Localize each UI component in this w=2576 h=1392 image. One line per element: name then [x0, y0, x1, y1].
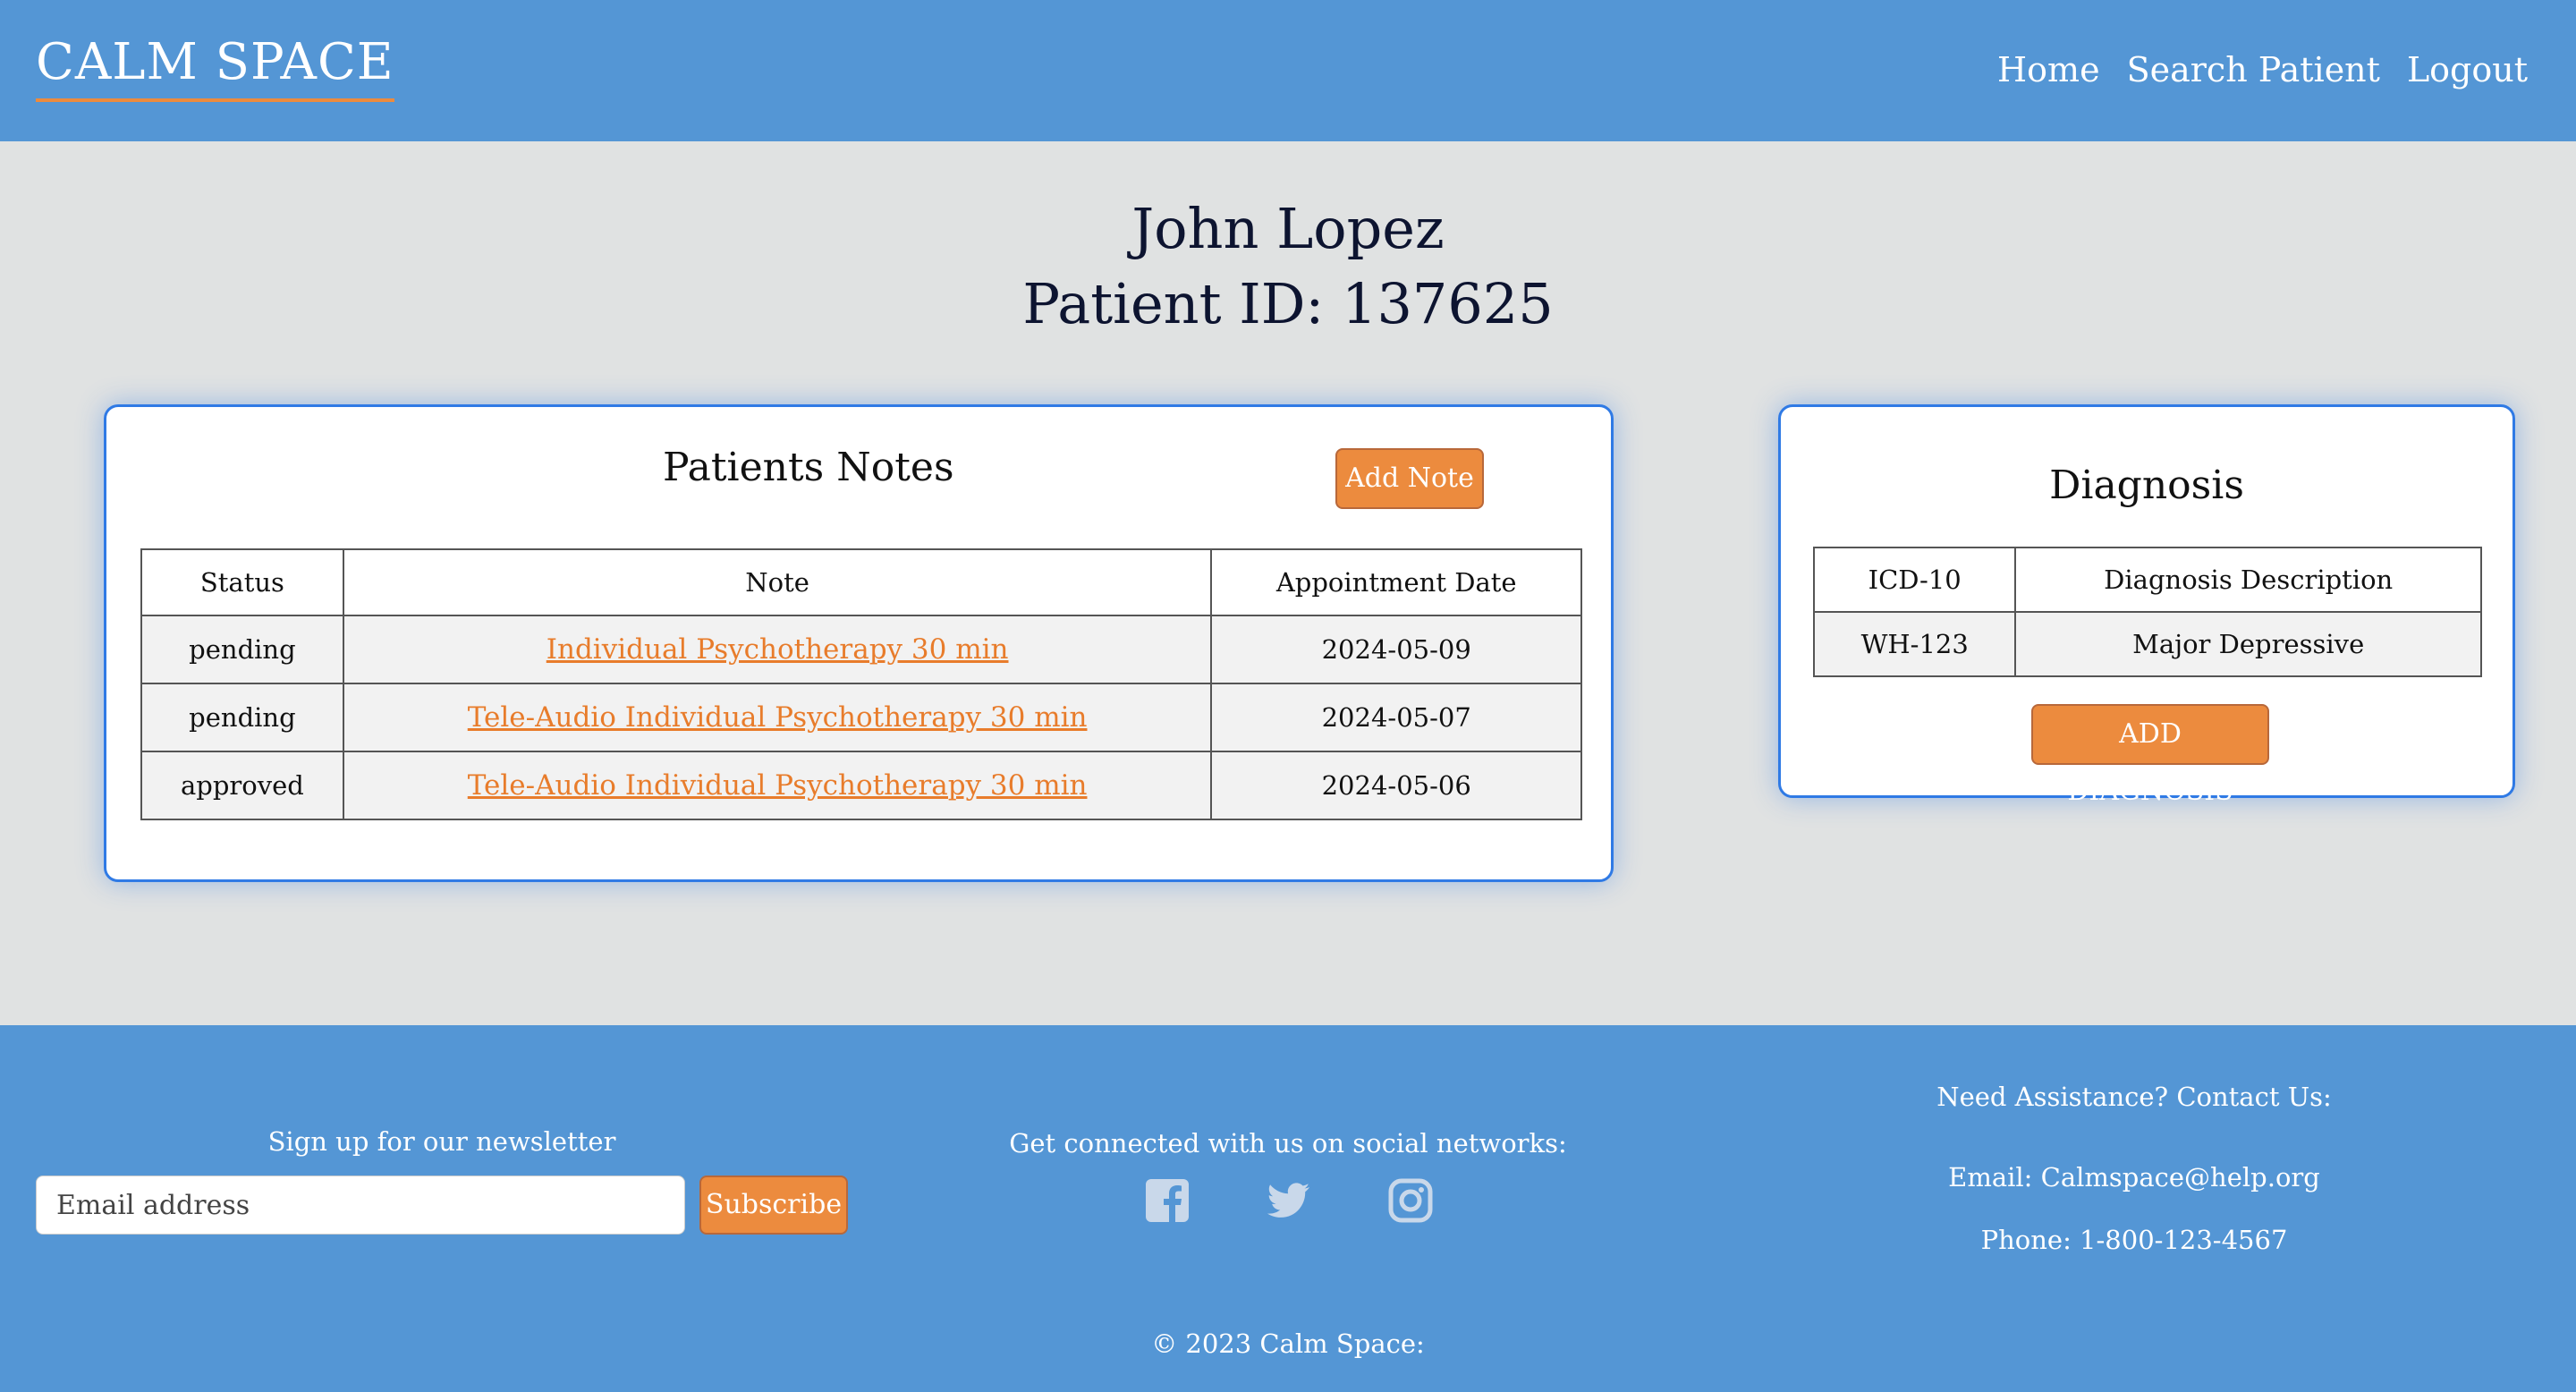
diagnosis-table: ICD-10 Diagnosis Description WH-123 Majo… [1812, 547, 2482, 677]
diagnosis-description: Major Depressive [2014, 611, 2482, 677]
newsletter-label: Sign up for our newsletter [267, 1126, 616, 1157]
table-row: approved Tele-Audio Individual Psychothe… [140, 751, 1582, 820]
appointment-date: 2024-05-07 [1210, 683, 1582, 752]
brand-logo[interactable]: CALM SPACE [36, 30, 394, 102]
notes-table-header: Status Note Appointment Date [140, 548, 1582, 616]
note-cell: Individual Psychotherapy 30 min [342, 615, 1213, 684]
note-cell: Tele-Audio Individual Psychotherapy 30 m… [342, 683, 1213, 752]
social-icons [1145, 1177, 1433, 1224]
navbar: CALM SPACE Home Search Patient Logout [0, 0, 2576, 141]
facebook-icon[interactable] [1145, 1177, 1190, 1224]
add-diagnosis-button[interactable]: ADD DIAGNOSIS [2031, 704, 2269, 807]
copyright: © 2023 Calm Space: [1151, 1328, 1425, 1359]
patient-notes-card: Patients Notes Add Note Status Note Appo… [104, 404, 1614, 882]
footer: Sign up for our newsletter Subscribe Get… [0, 1025, 2576, 1392]
nav-links: Home Search Patient Logout [1997, 43, 2528, 97]
nav-link-search-patient[interactable]: Search Patient [2127, 43, 2380, 97]
appointment-date: 2024-05-09 [1210, 615, 1582, 684]
add-note-button[interactable]: Add Note [1335, 448, 1484, 509]
column-header-note: Note [342, 548, 1213, 616]
diagnosis-title: Diagnosis [2049, 463, 2244, 508]
column-header-status: Status [140, 548, 344, 616]
column-header-appointment-date: Appointment Date [1210, 548, 1582, 616]
contact-email: Email: Calmspace@help.org [1948, 1162, 2320, 1193]
email-input[interactable] [36, 1176, 685, 1235]
patient-name: John Lopez [1131, 196, 1445, 261]
note-link[interactable]: Tele-Audio Individual Psychotherapy 30 m… [468, 701, 1088, 734]
contact-phone: Phone: 1-800-123-4567 [1980, 1225, 2288, 1255]
note-status: pending [140, 683, 344, 752]
subscribe-button[interactable]: Subscribe [699, 1176, 848, 1235]
twitter-icon[interactable] [1267, 1177, 1311, 1224]
note-status: approved [140, 751, 344, 820]
instagram-icon[interactable] [1388, 1177, 1433, 1224]
table-row: WH-123 Major Depressive [1812, 611, 2482, 677]
table-row: pending Tele-Audio Individual Psychother… [140, 683, 1582, 752]
column-header-icd-10: ICD-10 [1812, 547, 2017, 613]
appointment-date: 2024-05-06 [1210, 751, 1582, 820]
nav-link-home[interactable]: Home [1997, 43, 2100, 97]
column-header-diagnosis-description: Diagnosis Description [2014, 547, 2482, 613]
diagnosis-code: WH-123 [1812, 611, 2017, 677]
contact-label: Need Assistance? Contact Us: [1936, 1082, 2332, 1112]
social-label: Get connected with us on social networks… [1009, 1128, 1567, 1159]
note-status: pending [140, 615, 344, 684]
diagnosis-table-header: ICD-10 Diagnosis Description [1812, 547, 2482, 613]
nav-link-logout[interactable]: Logout [2407, 43, 2528, 97]
notes-title: Patients Notes [663, 445, 954, 490]
note-cell: Tele-Audio Individual Psychotherapy 30 m… [342, 751, 1213, 820]
patient-id: Patient ID: 137625 [1022, 271, 1554, 336]
note-link[interactable]: Individual Psychotherapy 30 min [547, 633, 1009, 666]
note-link[interactable]: Tele-Audio Individual Psychotherapy 30 m… [468, 769, 1088, 802]
table-row: pending Individual Psychotherapy 30 min … [140, 615, 1582, 684]
diagnosis-card: Diagnosis ICD-10 Diagnosis Description W… [1778, 404, 2515, 807]
notes-table: Status Note Appointment Date pending Ind… [140, 548, 1582, 820]
